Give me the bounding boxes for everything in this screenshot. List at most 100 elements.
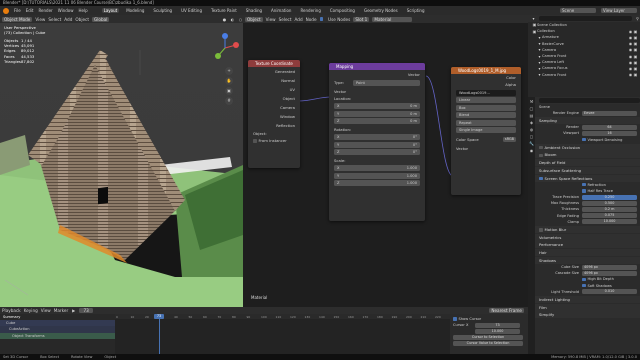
world-tab-icon[interactable]: ◍ [529, 127, 534, 132]
cursor-y-field[interactable]: 10.000 [475, 328, 520, 334]
channel-object-transforms[interactable]: Object Transforms [0, 332, 115, 339]
render-camera-icon[interactable]: ▣ [633, 72, 638, 77]
tool-tab-icon[interactable]: ⚒ [529, 99, 534, 104]
vp-menu-select[interactable]: Select [48, 17, 61, 22]
navigation-gizmo[interactable] [210, 33, 240, 63]
render-camera-icon[interactable]: ▣ [633, 60, 638, 65]
tab-layout[interactable]: Layout [101, 8, 120, 13]
render-camera-icon[interactable]: ▣ [633, 66, 638, 71]
render-camera-icon[interactable]: ▣ [633, 54, 638, 59]
edge-fading-slider[interactable]: 0.075 [582, 213, 637, 219]
tab-texture-paint[interactable]: Texture Paint [209, 8, 239, 13]
outliner-search-input[interactable] [539, 16, 632, 21]
image-datablock[interactable]: WoodLogs0019... [456, 89, 516, 96]
menu-help[interactable]: Help [78, 8, 87, 13]
performance-panel[interactable]: Performance [535, 241, 640, 249]
location-x-field[interactable]: X0 m [334, 103, 420, 109]
timeline-editor[interactable]: Playback Keying View Marker ▶ 73 Nearest… [0, 307, 528, 360]
tab-uv-editing[interactable]: UV Editing [179, 8, 204, 13]
camera-view-icon[interactable]: ▣ [225, 87, 233, 95]
scene-tab-icon[interactable]: ◈ [529, 120, 534, 125]
simplify-panel[interactable]: Simplify [535, 311, 640, 319]
render-engine-dropdown[interactable]: Eevee [582, 110, 637, 116]
grid-view-icon[interactable]: # [225, 97, 233, 105]
projection-dropdown[interactable]: Box [456, 104, 516, 111]
viewport-3d[interactable]: Object Mode View Select Add Object Globa… [0, 15, 243, 307]
tab-modeling[interactable]: Modeling [124, 8, 146, 13]
vp-menu-add[interactable]: Add [64, 17, 72, 22]
from-instancer-checkbox[interactable] [253, 139, 257, 143]
refraction-checkbox[interactable] [582, 182, 586, 187]
viewport-samples-field[interactable]: 16 [582, 130, 637, 136]
tab-animation[interactable]: Animation [269, 8, 293, 13]
location-z-field[interactable]: Z0 m [334, 118, 420, 124]
tl-menu-playback[interactable]: Playback [2, 308, 21, 313]
scale-y-field[interactable]: Y 1.000 [334, 172, 420, 179]
zoom-icon[interactable]: + [225, 67, 233, 75]
indirect-lighting-panel[interactable]: Indirect Lighting [535, 295, 640, 303]
menu-edit[interactable]: Edit [26, 8, 34, 13]
motion-blur-panel[interactable]: Motion Blur [545, 227, 567, 232]
clamp-field[interactable]: 10.000 [582, 219, 637, 225]
transform-orientation[interactable]: Global [92, 16, 110, 22]
high-bit-checkbox[interactable] [582, 277, 586, 282]
outliner-filter-icon[interactable]: ▾ [531, 16, 536, 21]
film-panel[interactable]: Film [535, 303, 640, 311]
half-res-checkbox[interactable] [582, 189, 586, 193]
motion-blur-checkbox[interactable] [539, 228, 543, 232]
cursor-x-field[interactable]: 73 [475, 322, 520, 328]
vp-menu-object[interactable]: Object [75, 17, 89, 22]
trace-precision-slider[interactable]: 0.250 [582, 194, 637, 200]
playhead[interactable] [159, 314, 160, 355]
cascade-size-dropdown[interactable]: 4096 px [582, 270, 637, 276]
sss-panel[interactable]: Subsurface Scattering [535, 166, 640, 174]
blender-logo-icon[interactable] [3, 7, 9, 14]
tab-rendering[interactable]: Rendering [298, 8, 322, 13]
outliner-item[interactable]: ▾ Camera Front ◉ ▣ [528, 72, 640, 78]
mapping-type-dropdown[interactable]: Point [353, 80, 420, 86]
properties-editor[interactable]: ⚒ ▢ ▤ ◈ ◍ ◻ 🔧 ◉ Scene Render Engine Eevee… [528, 97, 640, 360]
rotation-x-field[interactable]: X 0° [334, 134, 420, 140]
bloom-panel[interactable]: Bloom [545, 152, 557, 157]
menu-window[interactable]: Window [58, 8, 74, 13]
render-camera-icon[interactable]: ▣ [633, 29, 638, 34]
show-cursor-checkbox[interactable] [453, 317, 457, 321]
light-threshold-field[interactable]: 0.010 [582, 289, 637, 295]
scale-z-field[interactable]: Z 1.000 [334, 180, 420, 186]
render-samples-field[interactable]: 64 [582, 124, 637, 130]
viewport-denoise-checkbox[interactable] [582, 137, 586, 142]
hair-panel[interactable]: Hair [535, 249, 640, 257]
shader-node-editor[interactable]: Object View Select Add Node Use Nodes Sl… [243, 15, 528, 307]
render-camera-icon[interactable]: ▣ [633, 47, 638, 52]
shading-solid-icon[interactable]: ● [222, 17, 227, 22]
ssr-checkbox[interactable] [539, 176, 543, 181]
ssr-panel[interactable]: Screen Space Reflections [545, 176, 593, 181]
shading-material-icon[interactable]: ◐ [230, 17, 235, 22]
image-texture-node[interactable]: WoodLogs0019_1_M.jpg Color Alpha WoodLog… [451, 67, 521, 195]
timeline-area[interactable]: 0102030405060708090100110120130140150160… [115, 314, 450, 355]
dof-panel[interactable]: Depth of Field [535, 159, 640, 167]
color-space-dropdown[interactable]: sRGB [502, 136, 516, 142]
play-icon[interactable]: ▶ [71, 308, 76, 313]
rotation-z-field[interactable]: Z 0° [334, 149, 420, 155]
view-layer-selector[interactable]: View Layer [601, 8, 637, 13]
extension-dropdown[interactable]: Repeat [456, 119, 516, 126]
max-roughness-slider[interactable]: 0.500 [582, 200, 637, 206]
cursor-value-to-selection-button[interactable]: Cursor Value to Selection [453, 341, 523, 347]
scene-selector[interactable]: Scene [560, 8, 596, 13]
tab-compositing[interactable]: Compositing [328, 8, 357, 13]
render-tab-icon[interactable]: ▢ [529, 106, 534, 111]
interpolation-dropdown[interactable]: Linear [456, 97, 516, 103]
scale-x-field[interactable]: X 1.000 [334, 165, 420, 171]
current-frame-field[interactable]: 73 [79, 308, 94, 313]
blend-field[interactable]: Blend [456, 112, 516, 118]
material-tab-icon[interactable]: ◉ [529, 148, 534, 153]
output-tab-icon[interactable]: ▤ [529, 113, 534, 118]
tab-sculpting[interactable]: Sculpting [151, 8, 174, 13]
bloom-checkbox[interactable] [539, 153, 543, 158]
outliner[interactable]: ▾ ⚲ ▣Scene Collection ▣ Collection ◉ ▣ ▾ Arma… [528, 15, 640, 97]
funnel-icon[interactable]: ⚲ [635, 16, 640, 21]
tab-geometry-nodes[interactable]: Geometry Nodes [362, 8, 400, 13]
tl-menu-view[interactable]: View [41, 308, 51, 313]
mode-selector[interactable]: Object Mode [2, 16, 33, 22]
